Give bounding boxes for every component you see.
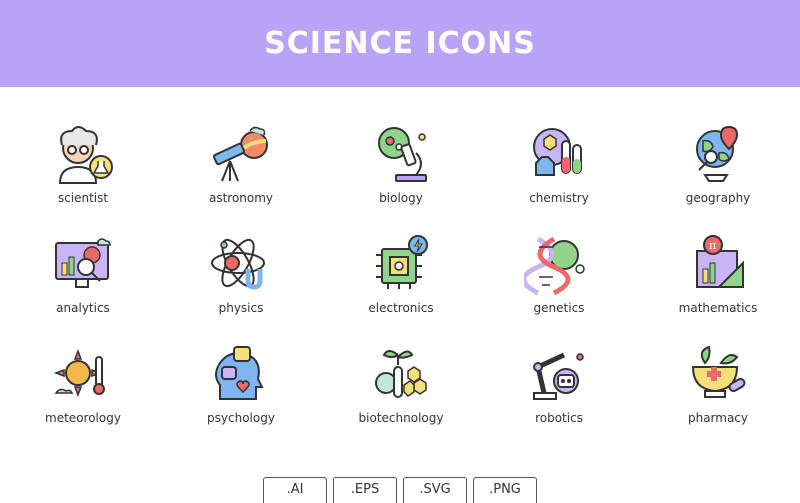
sun-thermometer-icon (53, 348, 105, 398)
telescope-icon (212, 126, 268, 182)
icon-label: physics (218, 301, 264, 315)
format-tab-ai: .AI (263, 477, 327, 503)
icon-label: mathematics (678, 301, 758, 315)
icon-item-chemistry: chemistry (489, 123, 629, 205)
head-emotions-icon (215, 346, 264, 400)
icon-label: pharmacy (687, 411, 749, 425)
icon-label: analytics (56, 301, 110, 315)
icon-label: chemistry (529, 191, 589, 205)
format-tab-png: .PNG (473, 477, 537, 503)
icon-label: astronomy (208, 191, 274, 205)
icon-item-astronomy: astronomy (171, 123, 311, 205)
plant-molecule-icon (375, 350, 427, 398)
icon-item-mathematics: π mathematics (648, 233, 788, 315)
icon-label: scientist (57, 191, 109, 205)
atom-icon (211, 238, 265, 290)
icon-item-genetics: genetics (489, 233, 629, 315)
format-tab-eps: .EPS (333, 477, 397, 503)
icon-label: genetics (533, 301, 585, 315)
icon-label: biotechnology (358, 411, 444, 425)
header-banner: SCIENCE ICONS (0, 0, 800, 87)
scientist-icon (58, 126, 113, 184)
icon-item-geography: geography (648, 123, 788, 205)
icon-item-biotechnology: biotechnology (331, 343, 471, 425)
icon-label: geography (685, 191, 751, 205)
format-tab-svg: .SVG (403, 477, 467, 503)
icon-item-electronics: electronics (331, 233, 471, 315)
mortar-pestle-icon (691, 345, 746, 398)
icon-item-scientist: scientist (13, 123, 153, 205)
test-tubes-icon (533, 128, 582, 176)
chip-icon (376, 235, 428, 289)
icon-label: biology (379, 191, 423, 205)
page-title: SCIENCE ICONS (264, 26, 536, 61)
icon-label: electronics (368, 301, 434, 315)
dna-icon (524, 236, 585, 295)
math-ruler-icon: π (696, 235, 744, 288)
icon-item-analytics: analytics (13, 233, 153, 315)
icon-item-pharmacy: pharmacy (648, 343, 788, 425)
icon-label: meteorology (45, 411, 121, 425)
globe-icon (696, 125, 739, 182)
microscope-icon (378, 127, 427, 182)
icon-label: psychology (207, 411, 275, 425)
icon-label: robotics (535, 411, 583, 425)
svg-text:π: π (709, 239, 716, 252)
icon-item-robotics: robotics (489, 343, 629, 425)
icon-item-physics: physics (171, 233, 311, 315)
robot-arm-icon (533, 352, 584, 400)
format-tabs: .AI .EPS .SVG .PNG (0, 477, 800, 503)
analytics-monitor-icon (55, 238, 111, 288)
icon-item-meteorology: meteorology (13, 343, 153, 425)
icon-item-psychology: psychology (171, 343, 311, 425)
icon-item-biology: biology (331, 123, 471, 205)
